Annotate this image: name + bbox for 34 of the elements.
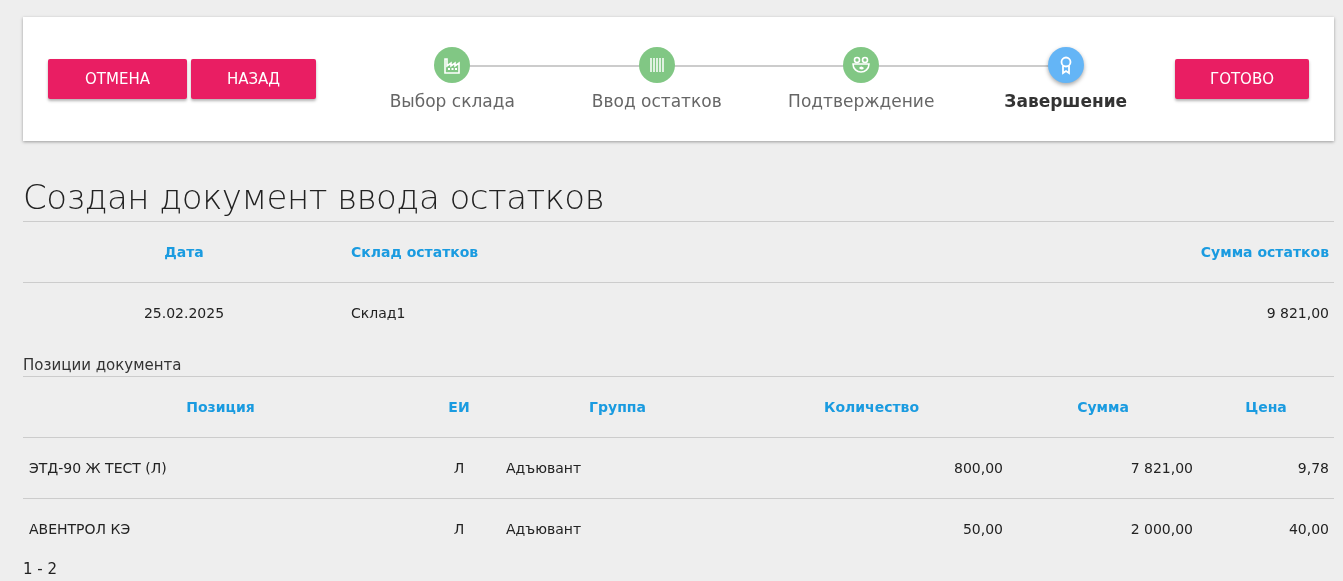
step-label: Ввод остатков — [591, 91, 722, 111]
column-header: Дата — [23, 222, 345, 283]
table-cell: 9,78 — [1198, 438, 1334, 499]
table-cell-text: Адъювант — [505, 520, 583, 539]
back-button[interactable]: НАЗАД — [191, 59, 316, 99]
table-cell: ЭТД-90 Ж ТЕСТ (Л) — [23, 438, 418, 499]
column-header: Сумма остатков — [1145, 222, 1334, 283]
column-header: Сумма — [1008, 377, 1198, 438]
column-header: ЕИ — [418, 377, 500, 438]
table-cell-text: АВЕНТРОЛ КЭ — [28, 520, 132, 539]
table-cell-text: Склад1 — [350, 304, 407, 323]
page-title: Создан документ ввода остатков — [23, 177, 1334, 222]
step-label: Завершение — [1004, 91, 1128, 111]
table-cell-text: 40,00 — [1287, 520, 1330, 539]
cancel-button[interactable]: ОТМЕНА — [48, 59, 187, 99]
table-cell: 7 821,00 — [1008, 438, 1198, 499]
table-cell-text: 25.02.2025 — [142, 304, 226, 323]
table-cell-text: Л — [452, 520, 466, 539]
column-header: Группа — [500, 377, 735, 438]
table-cell-text: 50,00 — [961, 520, 1004, 539]
done-button[interactable]: ГОТОВО — [1175, 59, 1309, 99]
table-cell-text: 9 821,00 — [1265, 304, 1330, 323]
table-cell: 800,00 — [735, 438, 1008, 499]
table-cell: Адъювант — [500, 438, 735, 499]
step-label: Подтверждение — [788, 91, 935, 111]
pagination-range: 1 - 2 — [23, 560, 58, 578]
column-header: Количество — [735, 377, 1008, 438]
table-cell: Л — [418, 438, 500, 499]
column-header: Цена — [1198, 377, 1334, 438]
step-label: Выбор склада — [389, 91, 515, 111]
column-header: Позиция — [23, 377, 418, 438]
table-cell-text: 2 000,00 — [1129, 520, 1194, 539]
section-caption: Позиции документа — [23, 356, 182, 374]
column-header: Склад остатков — [345, 222, 1145, 283]
